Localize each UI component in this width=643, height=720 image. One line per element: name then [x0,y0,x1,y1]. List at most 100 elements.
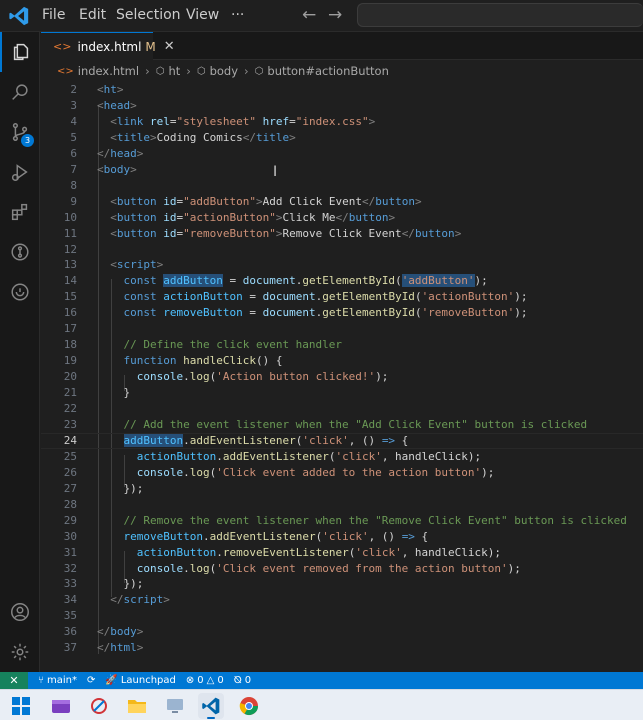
menu-file[interactable]: File [42,0,65,32]
line-number: 33 [63,577,77,591]
line-number: 34 [63,593,77,607]
run-debug-icon[interactable] [0,152,40,192]
snipping-tool-icon[interactable] [86,693,112,719]
code-line[interactable]: const removeButton = document.getElement… [97,306,528,319]
code-line[interactable]: // Define the click event handler [97,338,343,351]
code-line[interactable]: actionButton.removeEventListener('click'… [97,546,501,559]
ports-count: 0 [244,675,252,686]
line-number: 3 [70,98,77,112]
back-arrow-icon[interactable]: ← [302,0,316,32]
breadcrumb-item-ht[interactable]: ht [168,64,180,78]
code-line[interactable]: } [97,386,131,399]
line-number: 4 [70,114,77,128]
code-line[interactable]: console.log('Click event added to the ac… [97,466,495,479]
settings-gear-icon[interactable] [0,632,40,672]
chrome-icon[interactable] [236,693,262,719]
modified-indicator: M [145,39,156,54]
explorer-icon[interactable] [0,32,40,72]
remote-explorer-icon[interactable] [0,272,40,312]
file-explorer-icon[interactable] [124,693,150,719]
command-center-search[interactable] [357,3,643,27]
close-tab-icon[interactable]: ✕ [164,39,175,54]
code-line[interactable]: <button id="addButton">Add Click Event</… [97,195,421,208]
line-number: 26 [63,465,77,479]
element-icon: ⬡ [254,65,264,77]
code-line[interactable]: </script> [97,593,170,606]
remote-indicator-icon[interactable]: ✕ [0,672,28,689]
code-line[interactable]: actionButton.addEventListener('click', h… [97,450,481,463]
error-count: 0 [197,675,204,686]
menu-edit[interactable]: Edit [79,0,106,32]
warning-icon: △ [206,675,215,686]
launchpad-status[interactable]: 🚀 Launchpad [105,675,176,686]
branch-status[interactable]: ⑂ main* [38,675,77,686]
windows-start-icon[interactable] [8,693,34,719]
code-line[interactable]: console.log('Click event removed from th… [97,562,521,575]
chevron-right-icon: › [244,64,249,78]
search-icon[interactable] [0,72,40,112]
status-bar: ✕ ⑂ main* ⟳ 🚀 Launchpad ⊗ 0 △ 0 ⦰ 0 [0,672,643,689]
code-line[interactable]: }); [97,577,144,590]
account-icon[interactable] [0,592,40,632]
element-icon: ⬡ [155,65,165,77]
code-line[interactable]: const addButton = document.getElementByI… [97,274,488,288]
code-line[interactable]: <ht> [97,83,124,96]
code-line[interactable]: <body> [97,163,137,176]
line-number: 12 [63,242,77,256]
code-line[interactable]: </head> [97,147,143,160]
vscode-logo-icon [9,6,29,26]
breadcrumb-item-body[interactable]: body [210,64,238,78]
code-line[interactable]: const actionButton = document.getElement… [97,290,528,303]
line-number: 11 [63,226,77,240]
code-line[interactable]: // Add the event listener when the "Add … [97,418,588,431]
media-app-icon[interactable] [48,693,74,719]
code-line[interactable]: removeButton.addEventListener('click', (… [97,530,429,543]
source-control-icon[interactable]: 3 [0,112,40,152]
tab-label: index.html [77,39,142,54]
remote-desktop-icon[interactable] [162,693,188,719]
line-number: 19 [63,354,77,368]
line-number: 30 [63,529,77,543]
code-line[interactable]: }); [97,482,144,495]
git-graph-icon[interactable] [0,232,40,272]
line-number: 16 [63,306,77,320]
line-number: 6 [70,146,77,160]
code-line[interactable]: console.log('Action button clicked!'); [97,370,389,383]
code-line[interactable]: // Remove the event listener when the "R… [97,514,627,527]
sync-status[interactable]: ⟳ [87,675,95,686]
breadcrumb-item-button[interactable]: button#actionButton [267,64,389,78]
code-line[interactable]: <head> [97,99,137,112]
line-number: 7 [70,162,77,176]
forward-arrow-icon[interactable]: → [328,0,342,32]
menu-view[interactable]: View [186,0,219,32]
menu-more[interactable]: ··· [231,0,244,32]
source-control-badge: 3 [21,134,34,147]
launchpad-label: Launchpad [120,675,176,686]
code-line[interactable]: <button id="actionButton">Click Me</butt… [97,211,395,224]
code-editor[interactable]: 2 <ht> 3 <head> 4 <link rel="stylesheet" hre… [41,82,643,672]
code-line[interactable]: addButton.addEventListener('click', () =… [97,433,408,447]
vscode-taskbar-icon[interactable] [198,693,224,719]
launchpad-icon: 🚀 [105,675,118,686]
ports-icon: ⦰ [233,675,242,686]
tab-index-html[interactable]: <> index.html M ✕ [41,32,175,60]
ports-status[interactable]: ⦰ 0 [234,675,251,686]
breadcrumb-item-file[interactable]: index.html [78,64,139,78]
code-line[interactable]: </html> [97,641,143,654]
code-line[interactable]: <title>Coding Comics</title> [97,131,295,144]
menu-selection[interactable]: Selection [116,0,181,32]
code-line[interactable]: <script> [97,258,163,271]
line-number: 31 [63,545,77,559]
code-line[interactable]: <link rel="stylesheet" href="index.css"> [97,115,375,128]
title-bar: File Edit Selection View ··· ← → [0,0,643,32]
code-line[interactable]: function handleClick() { [97,354,283,367]
warning-count: 0 [217,675,224,686]
problems-status[interactable]: ⊗ 0 △ 0 [186,675,224,686]
line-number: 28 [63,497,77,511]
line-number: 10 [63,210,77,224]
code-line[interactable]: <button id="removeButton">Remove Click E… [97,227,461,240]
code-line[interactable]: </body> [97,625,143,638]
line-number: 21 [63,386,77,400]
branch-name: main* [47,675,77,686]
extensions-icon[interactable] [0,192,40,232]
